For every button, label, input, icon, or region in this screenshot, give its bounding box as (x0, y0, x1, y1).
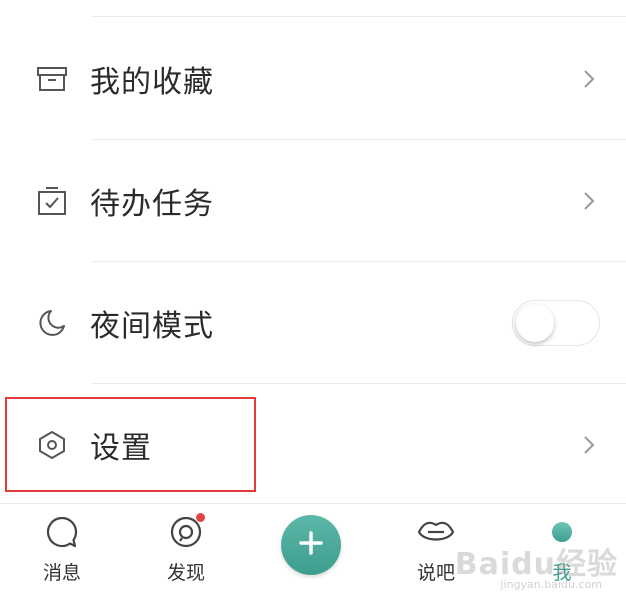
menu-item-favorites[interactable]: 我的收藏 (0, 19, 626, 139)
menu-item-label: 待办任务 (90, 187, 214, 222)
divider (92, 261, 626, 262)
tab-messages[interactable]: 消息 (22, 512, 102, 590)
toggle-knob (516, 304, 554, 342)
night-mode-toggle[interactable] (512, 300, 600, 346)
plus-icon (298, 530, 324, 560)
tab-label: 消息 (42, 562, 81, 584)
divider (92, 383, 626, 384)
screen: 我的收藏 待办任务 夜间模式 设置 消息 发现 说吧 我 Baidu经验 jin… (0, 0, 626, 593)
chevron-right-icon (580, 433, 598, 457)
menu-item-label: 我的收藏 (90, 65, 214, 100)
notification-badge (196, 513, 205, 522)
divider (92, 139, 626, 140)
discover-icon (166, 512, 206, 552)
chevron-right-icon (580, 67, 598, 91)
lips-icon (416, 512, 456, 552)
watermark-url: jingyan.baidu.com (500, 578, 602, 591)
menu-item-night-mode: 夜间模式 (0, 263, 626, 383)
favorites-box-icon (36, 63, 68, 95)
watermark: Baidu经验 (454, 547, 618, 582)
tab-label: 说吧 (416, 562, 455, 584)
tab-label: 发现 (166, 562, 205, 584)
highlight-annotation-box (5, 397, 256, 492)
moon-icon (36, 307, 68, 339)
add-button[interactable] (281, 515, 341, 575)
divider (92, 16, 626, 17)
menu-item-todo[interactable]: 待办任务 (0, 141, 626, 261)
menu-item-label: 夜间模式 (90, 309, 214, 344)
todo-check-icon (36, 185, 68, 217)
message-bubble-icon (42, 512, 82, 552)
tab-discover[interactable]: 发现 (146, 512, 226, 590)
chevron-right-icon (580, 189, 598, 213)
